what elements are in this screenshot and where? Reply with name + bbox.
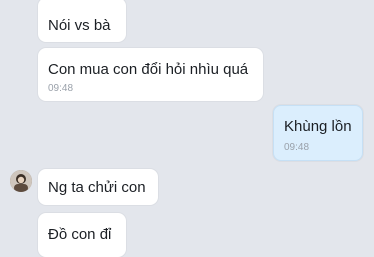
message-text: Con mua con đổi hỏi nhìu quá	[48, 61, 249, 78]
incoming-message-bubble[interactable]: Nói vs bà	[38, 0, 126, 42]
chat-thread: Nói vs bà Con mua con đổi hỏi nhìu quá 0…	[0, 0, 374, 257]
message-text: Đồ con đỉ	[48, 226, 112, 243]
incoming-message-bubble[interactable]: Con mua con đổi hỏi nhìu quá 09:48	[38, 48, 263, 101]
incoming-message-bubble[interactable]: Ng ta chửi con	[38, 169, 158, 205]
contact-avatar[interactable]	[10, 170, 32, 192]
message-text: Nói vs bà	[48, 17, 111, 34]
message-text: Ng ta chửi con	[48, 179, 146, 196]
message-timestamp: 09:48	[284, 142, 310, 153]
message-text: Khùng lồn	[284, 118, 352, 135]
message-timestamp: 09:48	[48, 83, 74, 94]
incoming-message-bubble[interactable]: Đồ con đỉ	[38, 213, 126, 257]
outgoing-message-bubble[interactable]: Khùng lồn 09:48	[273, 105, 363, 161]
